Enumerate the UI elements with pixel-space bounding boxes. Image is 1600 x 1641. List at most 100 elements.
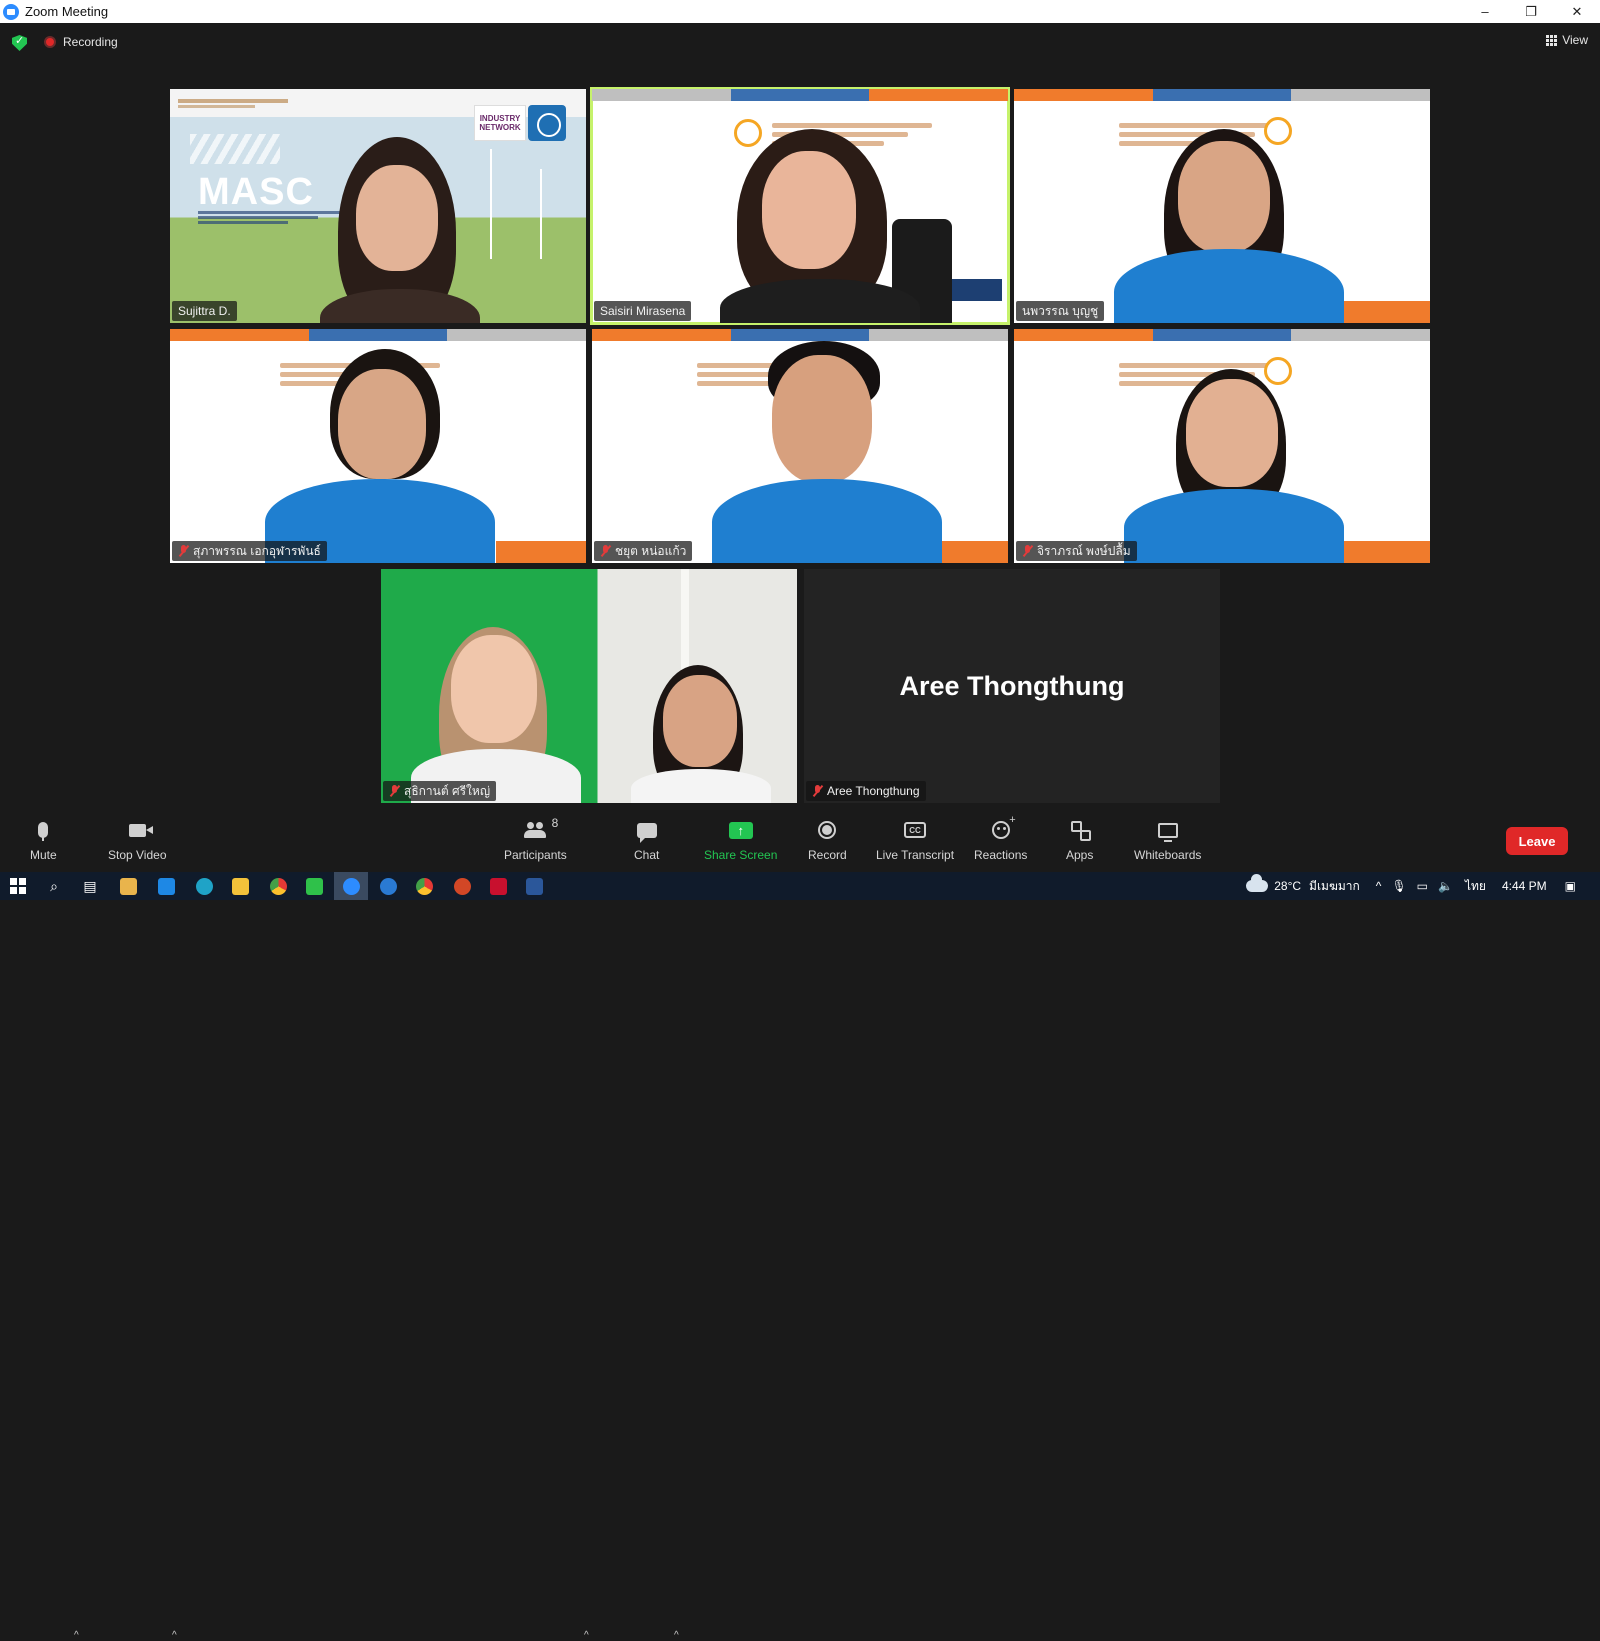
share-screen-button[interactable]: ↑ Share Screen	[704, 818, 777, 870]
recording-indicator[interactable]: Recording	[44, 35, 118, 49]
word-app-icon[interactable]	[524, 876, 544, 896]
participant-name: จิราภรณ์ พงษ์ปลื้ม	[1037, 543, 1131, 558]
stop-video-button[interactable]: Stop Video	[108, 818, 167, 870]
chat-options-caret[interactable]: ^	[674, 1630, 679, 1641]
participants-icon	[524, 822, 547, 838]
video-tile-noppawan[interactable]: นพวรรณ บุญชู	[1014, 89, 1430, 323]
volume-icon[interactable]: 🔈	[1438, 879, 1453, 893]
participants-button[interactable]: 8 Participants	[504, 816, 567, 870]
participant-name-tag: นพวรรณ บุญชู	[1016, 301, 1105, 321]
show-hidden-icons-icon[interactable]: ^	[1376, 879, 1382, 893]
org-logo-badge	[528, 105, 566, 141]
whiteboard-icon	[1157, 822, 1178, 842]
edge-app-icon[interactable]	[194, 876, 214, 896]
video-tile-suthikan[interactable]: สุธิกานต์ ศรีใหญ่	[381, 569, 797, 803]
clock-time[interactable]: 4:44 PM	[1502, 879, 1547, 893]
mute-button[interactable]: Mute	[30, 818, 57, 870]
mic-tray-icon[interactable]: 🎙	[1391, 879, 1406, 893]
video-tile-aree[interactable]: Aree Thongthung Aree Thongthung	[804, 569, 1220, 803]
grid-view-icon	[1546, 34, 1558, 46]
mute-label: Mute	[30, 848, 57, 862]
background-stripe	[1014, 89, 1430, 101]
participants-count: 8	[551, 816, 559, 830]
shield-icon[interactable]	[12, 35, 27, 51]
org-logo-icon	[734, 119, 762, 147]
participant-name-tag: Aree Thongthung	[806, 781, 926, 801]
chrome-app-icon[interactable]	[268, 876, 288, 896]
participants-label: Participants	[504, 848, 567, 862]
participant-name: สุธิกานต์ ศรีใหญ่	[404, 783, 491, 798]
record-icon	[818, 821, 837, 839]
whiteboards-button[interactable]: Whiteboards	[1134, 818, 1201, 870]
minimize-button[interactable]: –	[1462, 0, 1508, 23]
muted-mic-icon	[600, 545, 611, 557]
weather-cloud-icon	[1246, 874, 1269, 892]
participant-name: Sujittra D.	[178, 304, 231, 318]
chrome-app-icon-2[interactable]	[414, 876, 434, 896]
participants-options-caret[interactable]: ^	[584, 1630, 589, 1641]
windows-start-icon[interactable]	[8, 876, 28, 896]
video-tile-jiraporn[interactable]: จิราภรณ์ พงษ์ปลื้ม	[1014, 329, 1430, 563]
view-button[interactable]: View	[1546, 33, 1588, 47]
record-button[interactable]: Record	[808, 818, 847, 870]
share-screen-icon: ↑	[728, 821, 753, 839]
live-transcript-button[interactable]: CC Live Transcript	[876, 818, 954, 870]
video-tile-chayut[interactable]: ชยุต หน่อแก้ว	[592, 329, 1008, 563]
apps-button[interactable]: Apps	[1066, 818, 1093, 870]
apps-label: Apps	[1066, 848, 1094, 862]
file-explorer-icon[interactable]	[230, 876, 250, 896]
temperature[interactable]: 28°C	[1274, 879, 1301, 893]
search-icon[interactable]: ⌕	[44, 876, 64, 896]
line-app-icon[interactable]	[304, 876, 324, 896]
task-view-icon[interactable]: ▤	[80, 876, 100, 896]
participant-name-tag: Sujittra D.	[172, 301, 237, 321]
org-logo-icon	[1264, 117, 1292, 145]
video-tile-supaphan[interactable]: สุภาพรรณ เอกอุฬารพันธ์	[170, 329, 586, 563]
cc-icon: CC	[904, 822, 927, 838]
restore-button[interactable]: ❐	[1508, 0, 1554, 23]
close-button[interactable]: ✕	[1554, 0, 1600, 23]
chat-button[interactable]: Chat	[634, 818, 659, 870]
participant-name-tag: สุภาพรรณ เอกอุฬารพันธ์	[172, 541, 327, 561]
mail-app-icon[interactable]	[156, 876, 176, 896]
weather-text[interactable]: มีเมฆมาก	[1309, 877, 1360, 896]
chat-label: Chat	[634, 848, 660, 862]
audio-options-caret[interactable]: ^	[74, 1630, 79, 1641]
muted-mic-icon	[1022, 545, 1033, 557]
participant-name: ชยุต หน่อแก้ว	[615, 543, 687, 558]
store-app-icon[interactable]	[118, 876, 138, 896]
reactions-button[interactable]: Reactions	[974, 814, 1027, 870]
notifications-icon[interactable]: ▣	[1565, 879, 1576, 893]
muted-mic-icon	[812, 785, 823, 797]
industry-network-badge: INDUSTRY NETWORK	[474, 105, 526, 141]
ie-app-icon[interactable]	[378, 876, 398, 896]
view-label: View	[1562, 33, 1588, 47]
leave-button[interactable]: Leave	[1506, 827, 1568, 855]
live-transcript-label: Live Transcript	[876, 848, 955, 862]
system-tray: 28°C มีเมฆมาก ^ 🎙 ▭ 🔈 ไทย 4:44 PM ▣	[1246, 872, 1600, 900]
network-icon[interactable]: ▭	[1417, 879, 1428, 893]
acrobat-app-icon[interactable]	[488, 876, 508, 896]
share-screen-label: Share Screen	[704, 848, 778, 862]
video-options-caret[interactable]: ^	[172, 1630, 177, 1641]
background-stripe	[592, 89, 1008, 101]
stop-video-label: Stop Video	[108, 848, 167, 862]
background-corner	[496, 541, 586, 563]
video-off-name: Aree Thongthung	[899, 670, 1125, 701]
video-tile-saisiri[interactable]: Saisiri Mirasena	[590, 87, 1010, 325]
powerpoint-app-icon[interactable]	[452, 876, 472, 896]
participant-name: Saisiri Mirasena	[600, 304, 686, 318]
window-title: Zoom Meeting	[25, 4, 109, 19]
recording-label: Recording	[63, 35, 118, 49]
zoom-logo-icon	[3, 3, 19, 20]
zoom-taskbar-icon[interactable]	[334, 872, 368, 900]
masci-logo-text: MASC	[198, 171, 314, 213]
muted-mic-icon	[389, 785, 400, 797]
turbine-decor	[540, 169, 542, 259]
mic-icon	[38, 822, 49, 841]
camera-icon	[128, 823, 153, 837]
input-language[interactable]: ไทย	[1465, 877, 1486, 896]
muted-mic-icon	[178, 545, 189, 557]
video-tile-sujittra[interactable]: MASC INDUSTRY NETWORK Sujittra D.	[170, 89, 586, 323]
participant-name-tag: สุธิกานต์ ศรีใหญ่	[383, 781, 497, 801]
